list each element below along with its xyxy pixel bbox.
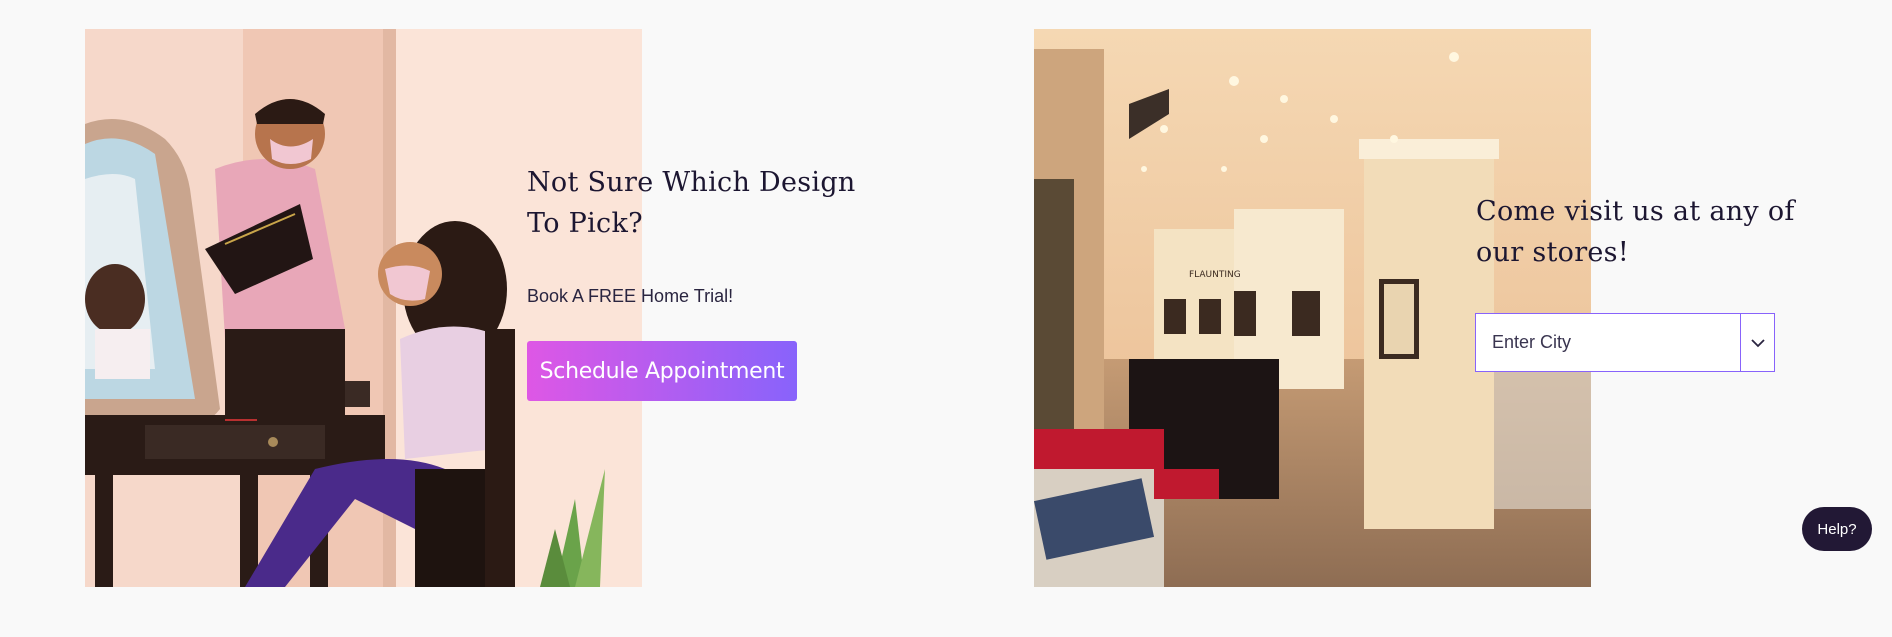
visit-stores-heading: Come visit us at any of our stores!: [1476, 196, 1795, 268]
chevron-down-icon: [1750, 338, 1765, 347]
city-dropdown-button[interactable]: [1740, 314, 1774, 371]
store-photo-art: FLAUNTING: [1034, 29, 1591, 587]
home-trial-subtext: Book A FREE Home Trial!: [527, 286, 734, 306]
home-trial-illustration: [85, 29, 642, 587]
help-button[interactable]: Help?: [1802, 507, 1872, 551]
home-trial-illustration-art: [85, 29, 642, 587]
city-select: [1475, 313, 1775, 372]
city-input[interactable]: [1476, 314, 1740, 371]
schedule-appointment-button[interactable]: Schedule Appointment: [527, 341, 797, 401]
store-sign: FLAUNTING: [1189, 270, 1241, 280]
store-photo: FLAUNTING: [1034, 29, 1591, 587]
home-trial-heading: Not Sure Which Design To Pick?: [527, 167, 856, 239]
